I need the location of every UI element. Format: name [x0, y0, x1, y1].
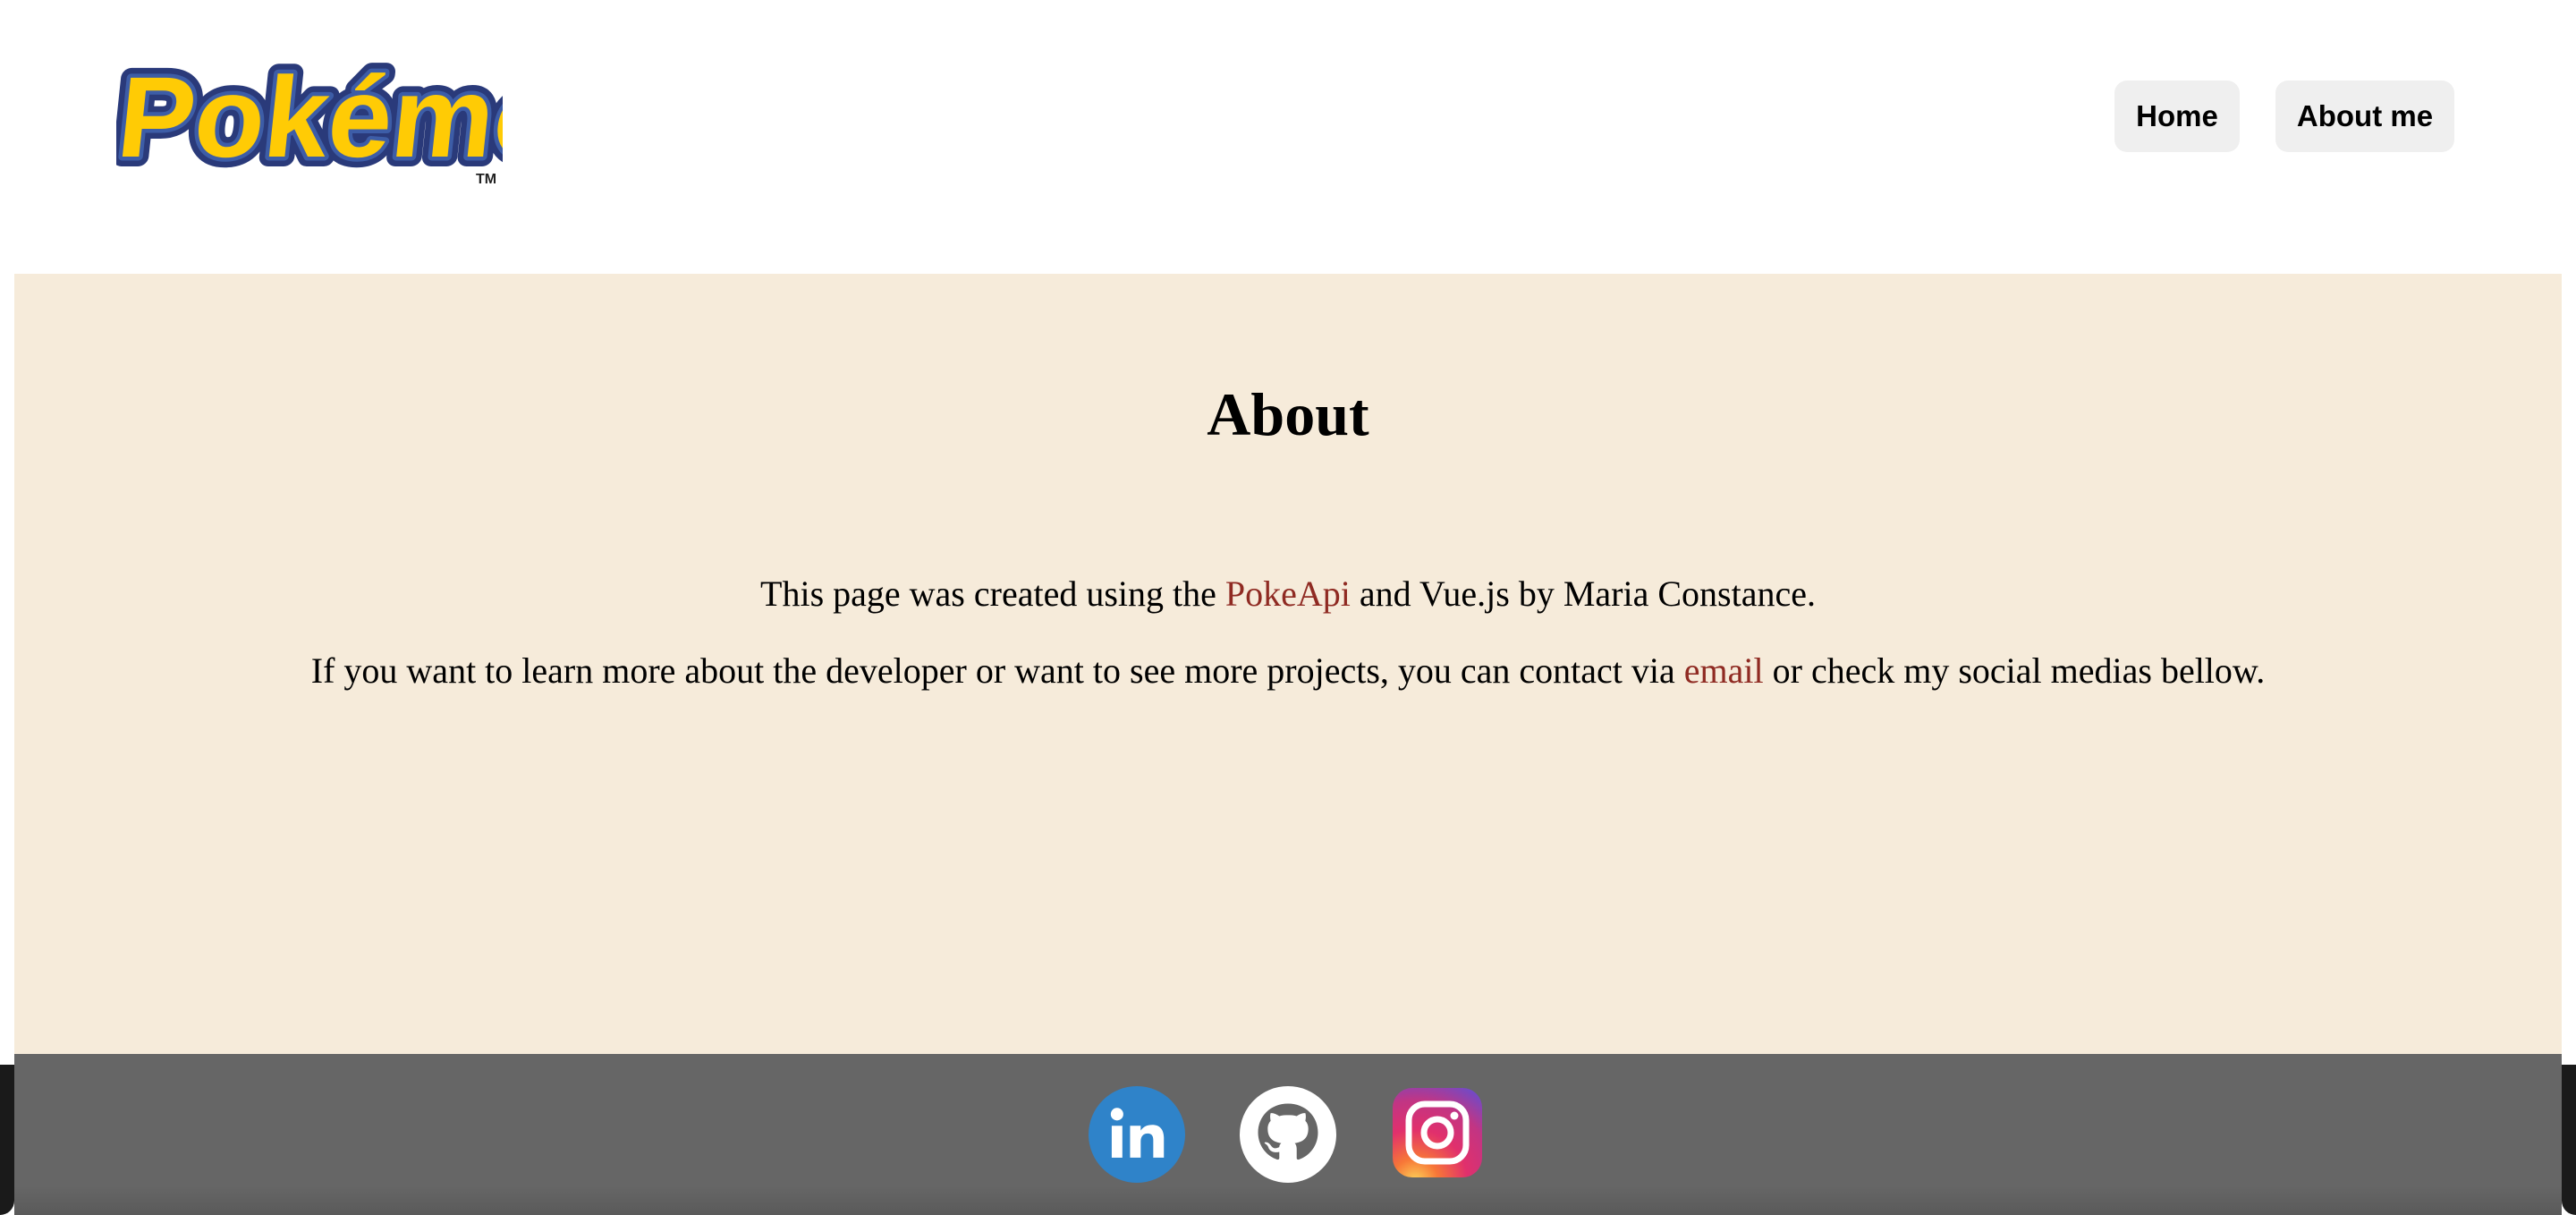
- page-title: About: [1207, 380, 1369, 448]
- instagram-icon[interactable]: [1393, 1088, 1482, 1177]
- email-link[interactable]: email: [1684, 650, 1764, 691]
- pokemon-logo[interactable]: Pokémon Pokémon Pokémon TM: [116, 40, 503, 192]
- intro-text-start: This page was created using the: [760, 574, 1225, 614]
- pokeapi-link[interactable]: PokeApi: [1225, 574, 1351, 614]
- contact-text-start: If you want to learn more about the deve…: [310, 650, 1684, 691]
- contact-text-end: or check my social medias bellow.: [1763, 650, 2266, 691]
- svg-text:TM: TM: [476, 172, 496, 187]
- footer: [14, 1054, 2562, 1215]
- nav-home-button[interactable]: Home: [2114, 81, 2240, 152]
- header: Pokémon Pokémon Pokémon TM Home About me: [0, 0, 2576, 273]
- window-edge-right: [2562, 1065, 2576, 1215]
- contact-paragraph: If you want to learn more about the deve…: [14, 650, 2562, 692]
- about-section: About This page was created using the Po…: [14, 274, 2562, 1054]
- svg-text:Pokémon: Pokémon: [116, 54, 503, 182]
- github-icon[interactable]: [1240, 1086, 1336, 1183]
- nav-about-me-button[interactable]: About me: [2275, 81, 2454, 152]
- intro-paragraph: This page was created using the PokeApi …: [14, 573, 2562, 615]
- linkedin-icon[interactable]: [1089, 1086, 1185, 1183]
- window-edge-left: [0, 1065, 14, 1215]
- intro-text-end: and Vue.js by Maria Constance.: [1350, 574, 1816, 614]
